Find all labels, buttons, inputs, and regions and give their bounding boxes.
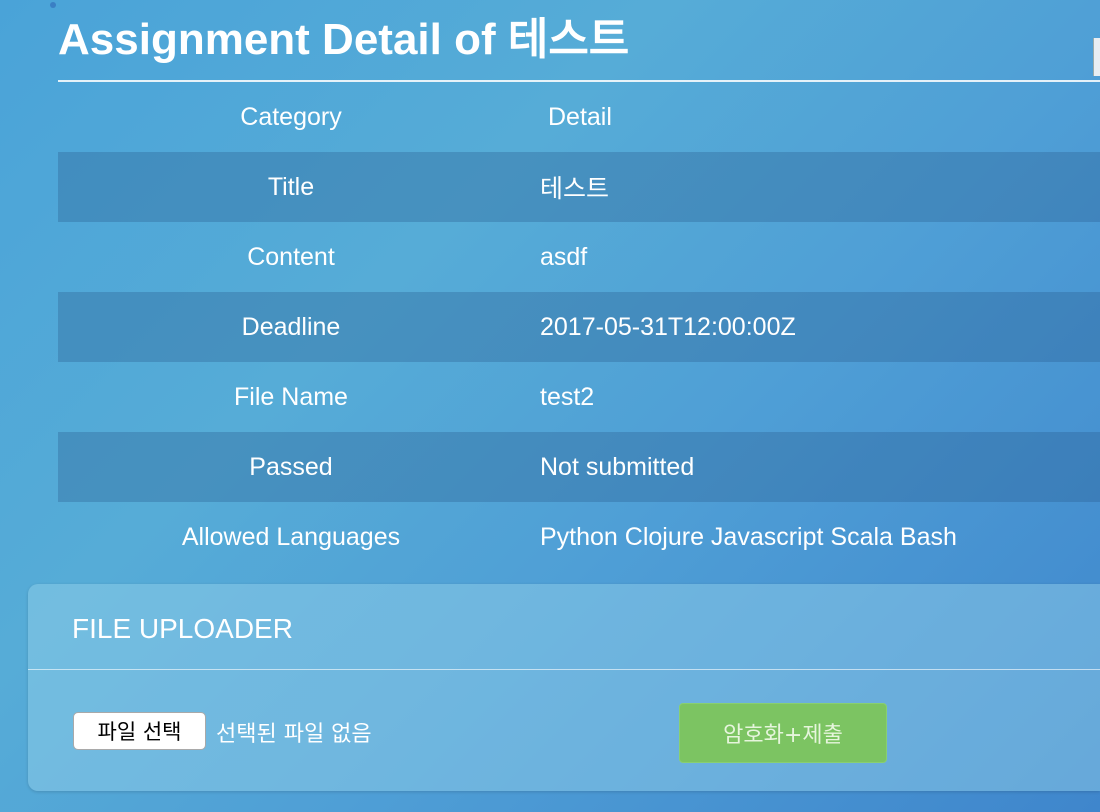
encrypt-submit-button[interactable]: 암호화+제출 [679, 703, 887, 763]
row-detail: Python Clojure Javascript Scala Bash [540, 522, 957, 551]
row-detail: 2017-05-31T12:00:00Z [540, 312, 796, 341]
row-category: File Name [234, 382, 348, 411]
row-category: Deadline [241, 312, 341, 341]
row-category: Content [247, 242, 335, 271]
table-row-allowed-languages: Allowed Languages Python Clojure Javascr… [58, 502, 1100, 572]
table-header-row: Category Detail [58, 82, 1100, 152]
table-row-deadline: Deadline 2017-05-31T12:00:00Z [58, 292, 1100, 362]
row-detail: Not submitted [540, 452, 695, 481]
corner-dot [50, 2, 56, 8]
column-header-detail: Detail [548, 102, 612, 131]
column-header-category: Category [240, 102, 342, 131]
file-uploader-panel: FILE UPLOADER 파일 선택 선택된 파일 없음 암호화+제출 [28, 584, 1100, 791]
page-title: Assignment Detail of 테스트 [58, 0, 1100, 82]
file-status-text: 선택된 파일 없음 [216, 722, 372, 747]
scroll-edge-marker [1093, 38, 1100, 76]
row-detail: test2 [540, 382, 595, 411]
row-category: Allowed Languages [181, 522, 401, 551]
assignment-detail-table: Category Detail Title 테스트 Content asdf D… [58, 82, 1100, 572]
assignment-detail-page: Assignment Detail of 테스트 Category Detail… [58, 0, 1100, 572]
choose-file-button[interactable]: 파일 선택 [73, 712, 206, 750]
row-category: Title [267, 172, 315, 201]
table-row-passed: Passed Not submitted [58, 432, 1100, 502]
table-row-title: Title 테스트 [58, 152, 1100, 222]
file-uploader-title: FILE UPLOADER [28, 584, 1100, 670]
row-detail: 테스트 [540, 175, 610, 203]
table-row-content: Content asdf [58, 222, 1100, 292]
row-detail: asdf [540, 242, 588, 271]
file-uploader-body: 파일 선택 선택된 파일 없음 암호화+제출 [28, 670, 1100, 790]
row-category: Passed [249, 452, 333, 481]
table-row-file-name: File Name test2 [58, 362, 1100, 432]
